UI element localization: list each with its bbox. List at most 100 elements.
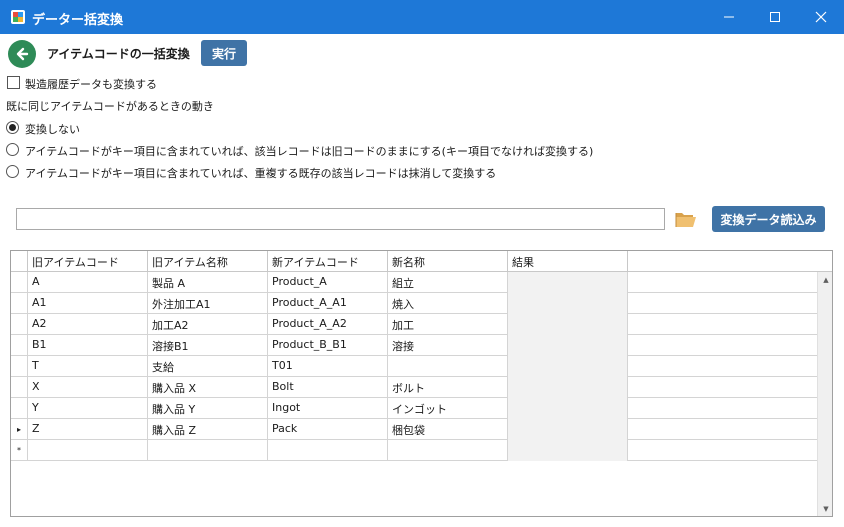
row-header[interactable]	[11, 272, 28, 293]
cell-new-code[interactable]: T01	[268, 356, 388, 377]
cell-old-code[interactable]: A2	[28, 314, 148, 335]
maximize-button[interactable]	[752, 0, 798, 34]
cell-result	[508, 440, 628, 461]
cell-old-code[interactable]: A1	[28, 293, 148, 314]
load-conversion-data-button[interactable]: 変換データ読込み	[712, 206, 825, 232]
new-row[interactable]: *	[11, 440, 817, 461]
scroll-down-icon[interactable]: ▼	[818, 501, 832, 516]
folder-open-icon[interactable]	[675, 210, 697, 228]
cell-old-name[interactable]: 製品 A	[148, 272, 268, 293]
cell-old-code[interactable]: T	[28, 356, 148, 377]
cell-old-code[interactable]: X	[28, 377, 148, 398]
column-header-new-code[interactable]: 新アイテムコード	[268, 251, 388, 272]
grid-rows: A 製品 A Product_A 組立 A1 外注加工A1 Product_A_…	[11, 272, 817, 461]
column-header-new-name[interactable]: 新名称	[388, 251, 508, 272]
cell-new-code[interactable]: Product_A	[268, 272, 388, 293]
cell-new-code[interactable]: Ingot	[268, 398, 388, 419]
cell-new-name[interactable]	[388, 440, 508, 461]
table-row[interactable]: ▸ Z 購入品 Z Pack 梱包袋	[11, 419, 817, 440]
cell-filler	[628, 440, 817, 461]
table-row[interactable]: B1 溶接B1 Product_B_B1 溶接	[11, 335, 817, 356]
cell-new-code[interactable]: Pack	[268, 419, 388, 440]
table-row[interactable]: A 製品 A Product_A 組立	[11, 272, 817, 293]
row-header[interactable]	[11, 314, 28, 335]
cell-new-name[interactable]: 加工	[388, 314, 508, 335]
cell-filler	[628, 335, 817, 356]
cell-result	[508, 335, 628, 356]
cell-old-name[interactable]: 加工A2	[148, 314, 268, 335]
cell-old-code[interactable]: A	[28, 272, 148, 293]
cell-new-name[interactable]: 溶接	[388, 335, 508, 356]
column-header-old-code[interactable]: 旧アイテムコード	[28, 251, 148, 272]
cell-old-name[interactable]	[148, 440, 268, 461]
row-header[interactable]	[11, 356, 28, 377]
cell-old-code[interactable]: Y	[28, 398, 148, 419]
cell-filler	[628, 356, 817, 377]
cell-new-code[interactable]: Product_B_B1	[268, 335, 388, 356]
cell-new-name[interactable]: ボルト	[388, 377, 508, 398]
conversion-grid[interactable]: 旧アイテムコード 旧アイテム名称 新アイテムコード 新名称 結果 A 製品 A …	[10, 250, 833, 517]
close-button[interactable]	[798, 0, 844, 34]
cell-filler	[628, 377, 817, 398]
cell-result	[508, 293, 628, 314]
cell-old-code[interactable]	[28, 440, 148, 461]
close-icon	[815, 11, 827, 23]
cell-filler	[628, 272, 817, 293]
row-header[interactable]	[11, 335, 28, 356]
cell-old-name[interactable]: 外注加工A1	[148, 293, 268, 314]
radio-delete-and-convert-label[interactable]: アイテムコードがキー項目に含まれていれば、重複する既存の該当レコードは抹消して変…	[25, 165, 496, 181]
window-title: データー括変換	[32, 13, 124, 28]
table-row[interactable]: A2 加工A2 Product_A_A2 加工	[11, 314, 817, 335]
table-row[interactable]: Y 購入品 Y Ingot インゴット	[11, 398, 817, 419]
cell-old-name[interactable]: 購入品 Z	[148, 419, 268, 440]
duplicate-behavior-label: 既に同じアイテムコードがあるときの動き	[6, 100, 214, 113]
radio-delete-and-convert[interactable]	[6, 165, 19, 178]
row-header[interactable]	[11, 377, 28, 398]
minimize-button[interactable]	[706, 0, 752, 34]
cell-old-name[interactable]: 溶接B1	[148, 335, 268, 356]
cell-new-name[interactable]: インゴット	[388, 398, 508, 419]
vertical-scrollbar[interactable]: ▲ ▼	[817, 272, 832, 516]
table-row[interactable]: A1 外注加工A1 Product_A_A1 焼入	[11, 293, 817, 314]
column-header-old-name[interactable]: 旧アイテム名称	[148, 251, 268, 272]
row-header[interactable]	[11, 398, 28, 419]
radio-keep-old-code-label[interactable]: アイテムコードがキー項目に含まれていれば、該当レコードは旧コードのままにする(キ…	[25, 143, 593, 159]
radio-no-convert[interactable]	[6, 121, 19, 134]
new-row-indicator[interactable]: *	[11, 440, 28, 461]
cell-result	[508, 356, 628, 377]
cell-old-name[interactable]: 購入品 Y	[148, 398, 268, 419]
app-icon	[11, 10, 25, 24]
run-button[interactable]: 実行	[201, 40, 247, 66]
arrow-left-icon	[16, 47, 29, 61]
cell-new-code[interactable]: Product_A_A1	[268, 293, 388, 314]
cell-result	[508, 377, 628, 398]
cell-filler	[628, 314, 817, 335]
cell-new-code[interactable]	[268, 440, 388, 461]
cell-old-code[interactable]: B1	[28, 335, 148, 356]
column-header-result[interactable]: 結果	[508, 251, 628, 272]
include-history-label[interactable]: 製造履歴データも変換する	[25, 76, 157, 92]
cell-old-name[interactable]: 購入品 X	[148, 377, 268, 398]
cell-new-name[interactable]: 組立	[388, 272, 508, 293]
cell-new-code[interactable]: Product_A_A2	[268, 314, 388, 335]
radio-keep-old-code[interactable]	[6, 143, 19, 156]
cell-result	[508, 272, 628, 293]
radio-no-convert-label[interactable]: 変換しない	[25, 121, 80, 137]
scroll-up-icon[interactable]: ▲	[818, 272, 832, 288]
grid-header: 旧アイテムコード 旧アイテム名称 新アイテムコード 新名称 結果	[11, 251, 832, 272]
cell-result	[508, 419, 628, 440]
cell-old-name[interactable]: 支給	[148, 356, 268, 377]
cell-new-name[interactable]: 焼入	[388, 293, 508, 314]
row-header-corner	[11, 251, 28, 272]
cell-new-code[interactable]: Bolt	[268, 377, 388, 398]
current-row-indicator[interactable]: ▸	[11, 419, 28, 440]
table-row[interactable]: T 支給 T01	[11, 356, 817, 377]
cell-new-name[interactable]: 梱包袋	[388, 419, 508, 440]
include-history-checkbox[interactable]	[7, 76, 20, 89]
file-path-input[interactable]	[16, 208, 665, 230]
back-button[interactable]	[8, 40, 36, 68]
cell-new-name[interactable]	[388, 356, 508, 377]
cell-old-code[interactable]: Z	[28, 419, 148, 440]
row-header[interactable]	[11, 293, 28, 314]
table-row[interactable]: X 購入品 X Bolt ボルト	[11, 377, 817, 398]
